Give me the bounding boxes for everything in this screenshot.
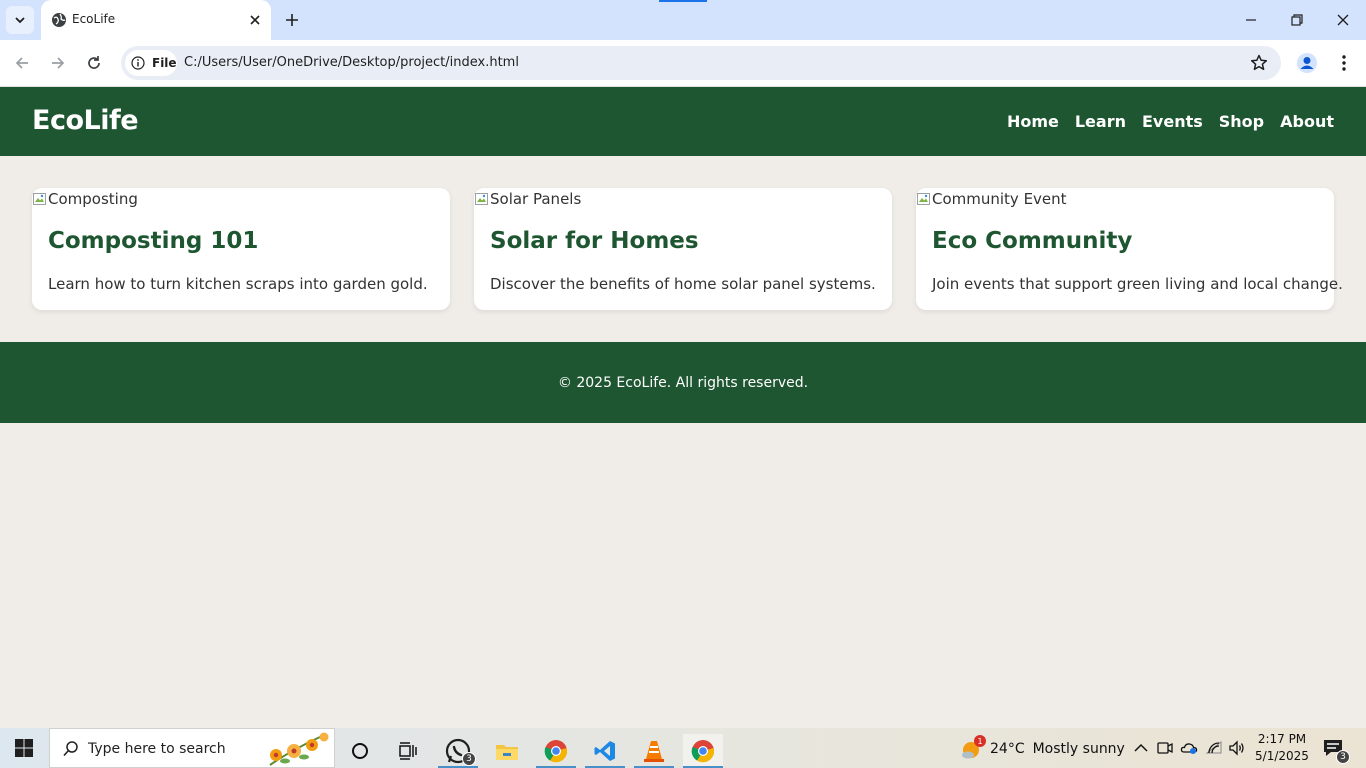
more-menu-icon[interactable] xyxy=(1336,52,1352,74)
vscode-icon xyxy=(594,741,615,761)
broken-image: Composting xyxy=(32,190,138,208)
tabstrip-accent xyxy=(659,0,707,2)
weather-icon-wrap: 1 xyxy=(960,735,986,760)
nav-link-events[interactable]: Events xyxy=(1142,112,1203,131)
cortana-button[interactable] xyxy=(340,734,380,768)
whatsapp-badge: 3 xyxy=(462,752,476,766)
file-chip-label: File xyxy=(152,56,177,70)
tab-title: EcoLife xyxy=(72,12,116,26)
nav-link-about[interactable]: About xyxy=(1280,112,1334,131)
site-footer: © 2025 EcoLife. All rights reserved. xyxy=(0,342,1366,423)
vlc-cone-icon xyxy=(644,741,664,762)
clock-time: 2:17 PM xyxy=(1257,732,1307,746)
main-nav: Home Learn Events Shop About xyxy=(1007,112,1334,131)
file-explorer-button[interactable] xyxy=(487,734,527,768)
card-title: Solar for Homes xyxy=(490,228,699,254)
browser-toolbar: File C:/Users/User/OneDrive/Desktop/proj… xyxy=(0,40,1366,87)
system-clock[interactable]: 2:17 PM 5/1/2025 xyxy=(1252,731,1312,765)
browser-tabstrip: EcoLife xyxy=(0,0,1366,40)
card-title: Eco Community xyxy=(932,228,1133,254)
close-window-icon[interactable] xyxy=(1333,10,1353,30)
tab-search-button[interactable] xyxy=(6,6,34,34)
onedrive-icon[interactable] xyxy=(1180,739,1198,757)
minimize-icon[interactable] xyxy=(1241,10,1261,30)
wifi-icon[interactable] xyxy=(1205,739,1223,757)
card-image-alt: Solar Panels xyxy=(490,190,582,208)
vscode-taskbar-button[interactable] xyxy=(585,734,625,768)
cortana-circle-icon xyxy=(352,743,368,759)
broken-image-icon xyxy=(917,193,930,205)
temperature: 24°C xyxy=(990,741,1025,757)
card-community: Community Event Eco Community Join event… xyxy=(916,188,1343,310)
reload-icon[interactable] xyxy=(84,53,104,73)
folder-icon xyxy=(496,745,518,760)
search-placeholder: Type here to search xyxy=(88,741,226,757)
url-text[interactable]: C:/Users/User/OneDrive/Desktop/project/i… xyxy=(184,55,519,70)
weather-widget[interactable]: 1 24°C Mostly sunny xyxy=(960,735,1125,760)
card-image-alt: Community Event xyxy=(932,190,1067,208)
new-tab-icon[interactable] xyxy=(282,10,302,30)
task-view-icon xyxy=(399,742,417,760)
card-description: Join events that support green living an… xyxy=(932,275,1343,293)
globe-icon xyxy=(52,13,66,27)
broken-image-icon xyxy=(33,193,46,205)
vlc-taskbar-button[interactable] xyxy=(634,734,674,768)
clock-date: 5/1/2025 xyxy=(1255,749,1309,763)
search-icon xyxy=(63,741,78,757)
site-logo[interactable]: EcoLife xyxy=(32,105,139,136)
broken-image-icon xyxy=(475,193,488,205)
taskbar: Type here to search 3 1 24°C Mostly sunn… xyxy=(0,728,1366,768)
close-tab-icon[interactable] xyxy=(247,12,263,28)
address-bar[interactable]: File C:/Users/User/OneDrive/Desktop/proj… xyxy=(121,46,1281,80)
nav-link-learn[interactable]: Learn xyxy=(1075,112,1126,131)
windows-start-icon[interactable] xyxy=(14,738,34,758)
site-header: EcoLife Home Learn Events Shop About xyxy=(0,87,1366,156)
bookmark-star-icon[interactable] xyxy=(1249,53,1269,73)
meet-now-icon[interactable] xyxy=(1156,739,1174,757)
cards-section: Composting Composting 101 Learn how to t… xyxy=(32,188,1343,310)
card-composting: Composting Composting 101 Learn how to t… xyxy=(32,188,450,310)
card-description: Discover the benefits of home solar pane… xyxy=(490,275,876,293)
broken-image: Community Event xyxy=(916,190,1067,208)
weather-text: Mostly sunny xyxy=(1032,741,1125,757)
site-info-chip[interactable]: File xyxy=(125,50,177,76)
card-description: Learn how to turn kitchen scraps into ga… xyxy=(48,275,428,293)
back-arrow-icon[interactable] xyxy=(12,53,32,73)
chrome-icon xyxy=(544,740,568,763)
chrome-taskbar-button-2[interactable] xyxy=(683,734,723,768)
card-solar: Solar Panels Solar for Homes Discover th… xyxy=(474,188,892,310)
broken-image: Solar Panels xyxy=(474,190,581,208)
task-view-button[interactable] xyxy=(388,734,428,768)
volume-icon[interactable] xyxy=(1228,739,1246,757)
restore-icon[interactable] xyxy=(1287,10,1307,30)
taskbar-search-box[interactable]: Type here to search xyxy=(49,728,335,768)
card-image-alt: Composting xyxy=(48,190,138,208)
nav-link-home[interactable]: Home xyxy=(1007,112,1059,131)
info-icon xyxy=(131,56,145,70)
card-title: Composting 101 xyxy=(48,228,259,254)
forward-arrow-icon[interactable] xyxy=(48,53,68,73)
weather-badge: 1 xyxy=(974,735,986,747)
browser-tab[interactable]: EcoLife xyxy=(41,0,271,40)
copyright-text: © 2025 EcoLife. All rights reserved. xyxy=(557,374,809,391)
notification-count-badge: 3 xyxy=(1336,750,1350,764)
chevron-down-icon xyxy=(15,17,25,24)
nav-link-shop[interactable]: Shop xyxy=(1219,112,1264,131)
flowers-decoration-icon xyxy=(269,732,329,766)
profile-avatar-icon[interactable] xyxy=(1296,52,1318,74)
chrome-taskbar-button-1[interactable] xyxy=(536,734,576,768)
whatsapp-taskbar-button[interactable]: 3 xyxy=(438,734,478,768)
chrome-icon xyxy=(691,740,715,763)
notification-center-button[interactable]: 3 xyxy=(1322,738,1350,764)
chevron-up-icon[interactable] xyxy=(1132,739,1150,757)
